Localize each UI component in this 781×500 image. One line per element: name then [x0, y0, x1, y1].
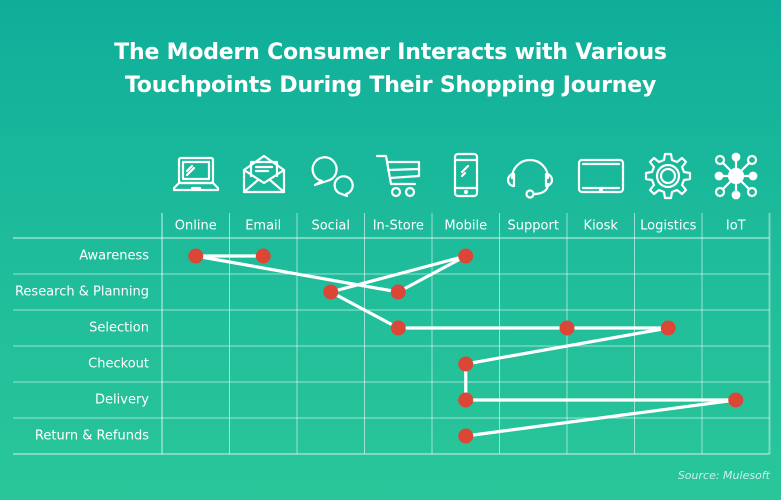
column-label-kiosk: Kiosk	[584, 219, 619, 234]
touchpoint-selection-kiosk	[559, 320, 575, 336]
journey-chart: Online Email Social In-Store Mobile Support Ki…	[13, 213, 771, 455]
touchpoint-delivery-mobile	[458, 392, 474, 408]
touchpoint-selection-in-store	[390, 320, 406, 336]
touchpoint-selection-logistics	[660, 320, 676, 336]
touchpoint-return-refunds-mobile	[458, 428, 474, 444]
column-label-mobile: Mobile	[444, 219, 487, 234]
column-label-email: Email	[245, 219, 281, 234]
row-label-checkout: Checkout	[88, 357, 149, 372]
touchpoint-awareness-mobile	[458, 248, 474, 264]
column-label-in-store: In-Store	[373, 219, 424, 234]
column-labels: Online Email Social In-Store Mobile Support Ki…	[175, 219, 746, 234]
touchpoint-awareness-email	[255, 248, 271, 264]
touchpoint-research-planning-in-store	[390, 284, 406, 300]
touchpoint-research-planning-social	[323, 284, 339, 300]
row-label-delivery: Delivery	[95, 393, 149, 408]
touchpoint-awareness-online	[188, 248, 204, 264]
column-label-support: Support	[508, 219, 559, 234]
row-label-selection: Selection	[89, 321, 149, 336]
row-label-research-planning: Research & Planning	[15, 285, 149, 300]
column-label-social: Social	[311, 219, 350, 234]
row-label-awareness: Awareness	[79, 249, 149, 264]
source-note: Source: Mulesoft	[677, 469, 770, 482]
column-label-logistics: Logistics	[640, 219, 696, 234]
touchpoint-checkout-mobile	[458, 356, 474, 372]
column-label-iot: IoT	[726, 219, 746, 234]
column-label-online: Online	[175, 219, 217, 234]
row-label-return-refunds: Return & Refunds	[35, 429, 149, 444]
touchpoint-delivery-iot	[728, 392, 744, 408]
